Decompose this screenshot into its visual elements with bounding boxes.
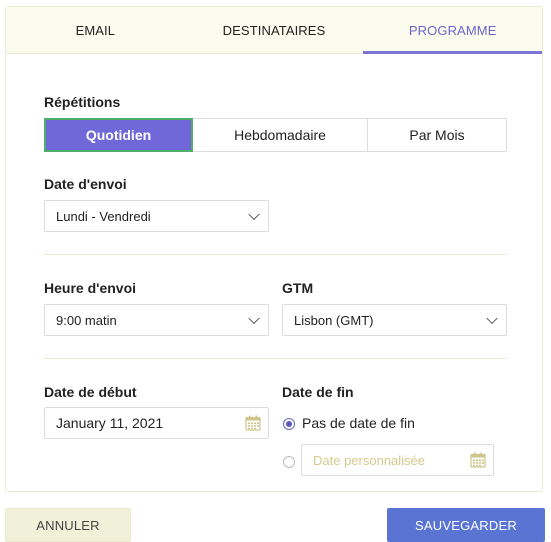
no-end-date-radio[interactable] — [283, 418, 295, 430]
timezone-select[interactable]: Lisbon (GMT) — [282, 304, 507, 336]
cancel-button[interactable]: ANNULER — [5, 508, 131, 542]
repetition-monthly-button[interactable]: Par Mois — [368, 119, 506, 151]
timezone-value: Lisbon (GMT) — [294, 312, 374, 328]
send-time-select[interactable]: 9:00 matin — [44, 304, 269, 336]
start-date-value: January 11, 2021 — [56, 415, 164, 431]
chevron-down-icon — [486, 312, 498, 325]
schedule-panel: EMAIL DESTINATAIRES PROGRAMME Répétition… — [5, 6, 543, 492]
divider — [44, 254, 507, 255]
timezone-label: GTM — [282, 280, 314, 296]
calendar-icon[interactable] — [470, 452, 486, 468]
repetitions-segmented-control: Quotidien Hebdomadaire Par Mois — [44, 118, 507, 152]
custom-end-date-placeholder: Date personnalisée — [313, 452, 426, 468]
tab-bar: EMAIL DESTINATAIRES PROGRAMME — [6, 7, 542, 54]
send-date-label: Date d'envoi — [44, 176, 127, 192]
start-date-label: Date de début — [44, 384, 137, 400]
end-date-label: Date de fin — [282, 384, 354, 400]
custom-end-date-radio[interactable] — [283, 456, 295, 468]
send-time-label: Heure d'envoi — [44, 280, 137, 296]
no-end-date-label: Pas de date de fin — [302, 415, 415, 431]
repetition-weekly-button[interactable]: Hebdomadaire — [193, 119, 368, 151]
repetition-daily-button[interactable]: Quotidien — [44, 118, 193, 152]
chevron-down-icon — [248, 208, 260, 221]
tab-email[interactable]: EMAIL — [6, 7, 185, 53]
custom-end-date-input[interactable]: Date personnalisée — [301, 444, 494, 476]
send-date-select[interactable]: Lundi - Vendredi — [44, 200, 269, 232]
send-time-value: 9:00 matin — [56, 312, 117, 328]
start-date-input[interactable]: January 11, 2021 — [44, 407, 269, 439]
divider — [44, 358, 507, 359]
chevron-down-icon — [248, 312, 260, 325]
repetitions-label: Répétitions — [44, 94, 121, 110]
send-date-value: Lundi - Vendredi — [56, 208, 151, 224]
tab-programme[interactable]: PROGRAMME — [363, 7, 542, 54]
calendar-icon[interactable] — [245, 415, 261, 431]
save-button[interactable]: SAUVEGARDER — [387, 508, 545, 542]
tab-destinataires[interactable]: DESTINATAIRES — [185, 7, 364, 53]
